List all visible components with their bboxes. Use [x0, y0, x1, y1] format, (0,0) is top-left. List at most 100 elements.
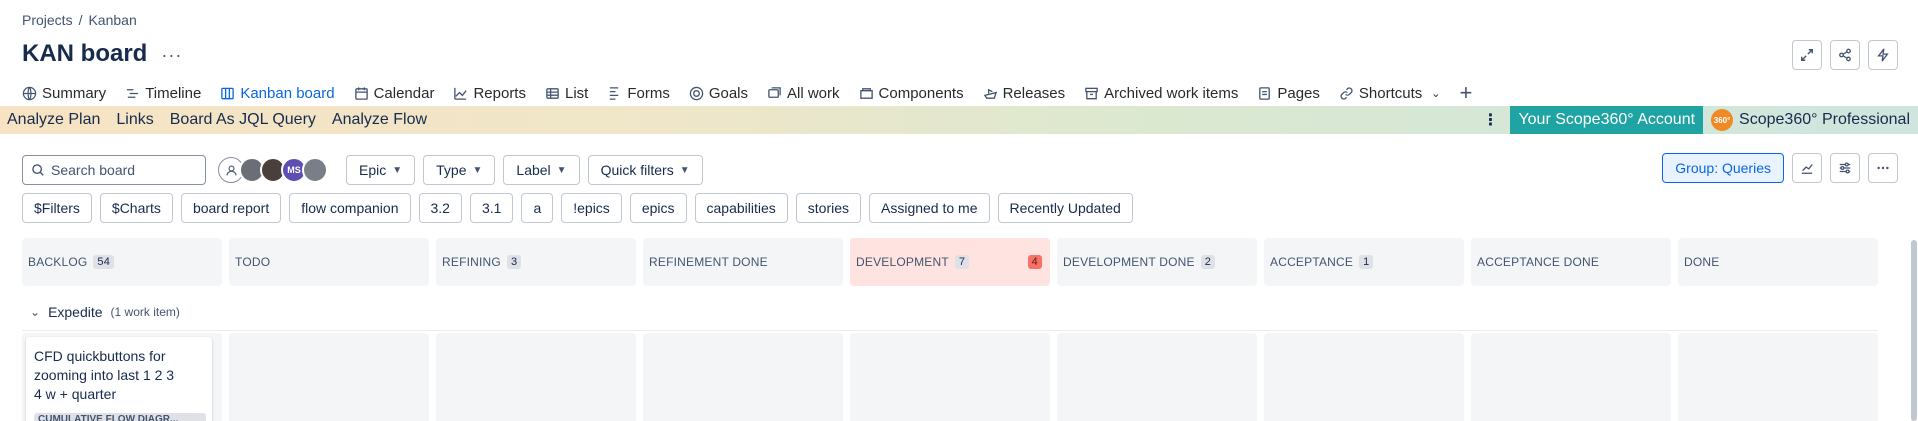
tab-kanban-board[interactable]: Kanban board [220, 80, 335, 108]
column-header-refining[interactable]: REFINING 3 [436, 238, 636, 286]
chip-3-1[interactable]: 3.1 [469, 193, 514, 223]
tab-label: Components [878, 84, 964, 102]
scrollbar-thumb[interactable] [1911, 240, 1917, 421]
plugin-link-analyze-flow[interactable]: Analyze Flow [332, 111, 427, 129]
column-header-development-done[interactable]: DEVELOPMENT DONE 2 [1057, 238, 1257, 286]
column-header-development[interactable]: DEVELOPMENT 7 4 [850, 238, 1050, 286]
board-cell-todo [229, 333, 429, 421]
type-filter-dropdown[interactable]: Type ▼ [423, 155, 496, 185]
tab-releases[interactable]: Releases [983, 80, 1065, 106]
chevron-down-icon[interactable]: ⌄ [30, 305, 40, 319]
plugin-link-analyze-plan[interactable]: Analyze Plan [7, 111, 100, 129]
kebab-menu-icon[interactable]: ⋮ [1482, 110, 1498, 130]
breadcrumb-current[interactable]: Kanban [88, 12, 136, 28]
column-title: DEVELOPMENT DONE [1063, 255, 1195, 269]
chip-assigned-to-me[interactable]: Assigned to me [869, 193, 990, 223]
forms-icon [610, 86, 619, 100]
share-button[interactable] [1830, 40, 1860, 70]
column-title: ACCEPTANCE DONE [1477, 255, 1600, 269]
board-cell-development [850, 333, 1050, 421]
more-options-button[interactable] [1868, 153, 1898, 183]
sliders-icon [1839, 162, 1851, 174]
dropdown-label: Type [436, 162, 467, 178]
chip-charts[interactable]: $Charts [99, 193, 173, 223]
quick-filter-chips: $Filters $Charts board report flow compa… [22, 193, 1133, 223]
chevron-down-icon: ▼ [679, 164, 690, 176]
column-header-backlog[interactable]: BACKLOG 54 [22, 238, 222, 286]
view-settings-button[interactable] [1830, 153, 1860, 183]
column-title: ACCEPTANCE [1270, 255, 1354, 269]
chip-board-report[interactable]: board report [180, 193, 282, 223]
chip-epics[interactable]: epics [629, 193, 687, 223]
tab-shortcuts[interactable]: Shortcuts ⌄ [1339, 80, 1440, 106]
tab-label: Shortcuts [1358, 84, 1423, 102]
search-board-field[interactable] [22, 155, 206, 185]
swimlane-divider [22, 330, 1878, 331]
tab-label: Summary [42, 84, 107, 102]
tab-reports[interactable]: Reports [453, 80, 526, 106]
column-count: 54 [93, 255, 115, 269]
tab-timeline[interactable]: Timeline [125, 80, 201, 106]
tab-goals[interactable]: Goals [689, 80, 748, 106]
swimlane-cells: CFD quickbuttons for zooming into last 1… [22, 333, 1878, 421]
card-title: CFD quickbuttons for zooming into last 1… [34, 348, 175, 402]
chip-flow-companion[interactable]: flow companion [289, 193, 411, 223]
column-title: TODO [235, 255, 271, 269]
chip-3-2[interactable]: 3.2 [418, 193, 462, 223]
scope360-account-link[interactable]: Your Scope360° Account [1510, 106, 1704, 134]
column-header-done[interactable]: DONE [1678, 238, 1878, 286]
tab-label: Reports [473, 84, 526, 102]
column-header-acceptance[interactable]: ACCEPTANCE 1 [1264, 238, 1464, 286]
chevron-down-icon[interactable]: ⌄ [1431, 87, 1440, 100]
search-input[interactable] [51, 162, 191, 178]
tab-pages[interactable]: Pages [1257, 80, 1320, 106]
swimlane-header-expedite[interactable]: ⌄ Expedite (1 work item) [30, 304, 180, 320]
share-icon [1839, 48, 1851, 62]
avatar[interactable] [302, 157, 328, 183]
tab-calendar[interactable]: Calendar [354, 80, 434, 106]
chip-filters[interactable]: $Filters [22, 193, 92, 223]
chip-capabilities[interactable]: capabilities [694, 193, 788, 223]
chip-not-epics[interactable]: !epics [561, 193, 622, 223]
expand-button[interactable] [1792, 40, 1822, 70]
chip-recently-updated[interactable]: Recently Updated [997, 193, 1133, 223]
work-item-card[interactable]: CFD quickbuttons for zooming into last 1… [26, 337, 212, 421]
group-by-button[interactable]: Group: Queries [1662, 153, 1784, 183]
breadcrumb-projects[interactable]: Projects [22, 12, 73, 28]
globe-icon [22, 86, 37, 100]
column-header-acceptance-done[interactable]: ACCEPTANCE DONE [1471, 238, 1671, 286]
dropdown-label: Epic [359, 162, 387, 178]
scope360-product[interactable]: Scope360° Professional [1739, 111, 1918, 129]
target-icon [689, 86, 704, 100]
quick-filters-dropdown[interactable]: Quick filters ▼ [587, 155, 703, 185]
ship-icon [983, 88, 997, 99]
automation-button[interactable] [1868, 40, 1898, 70]
insights-button[interactable] [1792, 153, 1822, 183]
breadcrumb: Projects / Kanban [22, 12, 137, 28]
plugin-link-board-as-jql[interactable]: Board As JQL Query [170, 111, 316, 129]
epic-filter-dropdown[interactable]: Epic ▼ [346, 155, 416, 185]
plugin-link-links[interactable]: Links [116, 111, 153, 129]
board-cell-refinement-done [643, 333, 843, 421]
tab-archived-work-items[interactable]: Archived work items [1084, 80, 1238, 106]
add-tab-icon[interactable]: + [1459, 82, 1472, 104]
tab-forms[interactable]: Forms [607, 80, 670, 106]
dropdown-label: Quick filters [600, 162, 674, 178]
wip-limit-badge: 4 [1027, 255, 1042, 269]
tab-summary[interactable]: Summary [22, 80, 106, 106]
chip-stories[interactable]: stories [795, 193, 861, 223]
label-filter-dropdown[interactable]: Label ▼ [503, 155, 580, 185]
vertical-scrollbar[interactable] [1910, 240, 1918, 421]
column-header-refinement-done[interactable]: REFINEMENT DONE [643, 238, 843, 286]
tab-all-work[interactable]: All work [767, 80, 840, 106]
column-title: DEVELOPMENT [856, 255, 949, 269]
chip-a[interactable]: a [521, 193, 554, 223]
board-cell-development-done [1057, 333, 1257, 421]
more-actions-icon[interactable]: ··· [161, 45, 182, 66]
swimlane-count: (1 work item) [110, 305, 180, 319]
user-icon [225, 164, 237, 175]
tab-list[interactable]: List [545, 80, 588, 106]
tab-components[interactable]: Components [859, 80, 964, 106]
column-title: REFINEMENT DONE [649, 255, 768, 269]
column-header-todo[interactable]: TODO [229, 238, 429, 286]
